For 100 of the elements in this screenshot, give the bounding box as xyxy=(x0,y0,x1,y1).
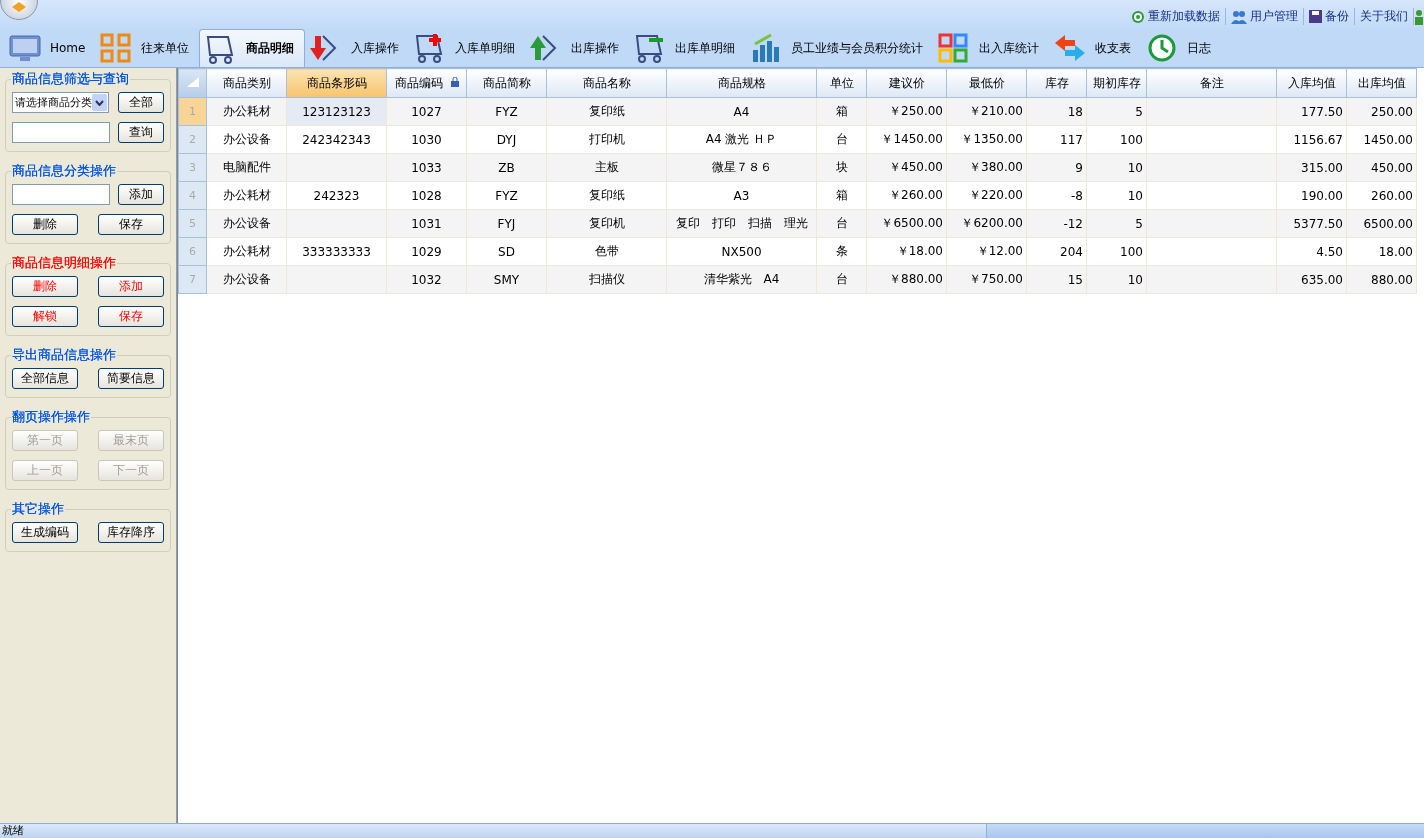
action-button[interactable]: 保存 xyxy=(98,306,164,327)
toolbar-tab[interactable]: 入库操作 xyxy=(305,29,410,67)
toolbar-tab[interactable]: 商品明细 xyxy=(199,29,306,67)
action-button[interactable]: 简要信息 xyxy=(98,368,164,389)
table-cell: ￥250.00 xyxy=(866,97,947,126)
monitor-icon xyxy=(8,32,42,64)
column-header[interactable]: 建议价 xyxy=(866,68,947,98)
table-cell: 办公设备 xyxy=(206,209,287,238)
column-header[interactable]: 商品编码 xyxy=(386,68,467,98)
toolbar-tab[interactable]: 入库单明细 xyxy=(409,29,526,67)
table-cell: 100 xyxy=(1086,125,1147,154)
table-cell: 复印纸 xyxy=(546,181,667,210)
table-cell: 1029 xyxy=(386,237,467,266)
menu-link[interactable]: 用户管理 xyxy=(1226,8,1304,25)
group-title: 导出商品信息操作 xyxy=(11,346,117,364)
input-field[interactable] xyxy=(12,122,110,143)
table-cell: 色带 xyxy=(546,237,667,266)
table-cell: 450.00 xyxy=(1346,153,1417,182)
table-cell: 635.00 xyxy=(1276,265,1347,294)
table-cell: 1156.67 xyxy=(1276,125,1347,154)
grid-icon xyxy=(99,32,134,64)
table-cell: ZB xyxy=(466,153,547,182)
table-cell: 办公耗材 xyxy=(206,237,287,266)
table-cell: 扫描仪 xyxy=(546,265,667,294)
action-button[interactable]: 保存 xyxy=(98,214,164,235)
table-cell: 250.00 xyxy=(1346,97,1417,126)
column-header[interactable]: 商品名称 xyxy=(546,68,667,98)
action-button[interactable]: 解锁 xyxy=(12,306,78,327)
toolbar-tab[interactable]: 出库单明细 xyxy=(629,29,746,67)
column-header[interactable]: 入库均值 xyxy=(1276,68,1347,98)
column-header[interactable]: 出库均值 xyxy=(1346,68,1417,98)
table-cell: ￥6500.00 xyxy=(866,209,947,238)
input-field[interactable] xyxy=(12,184,110,205)
table-cell: ￥880.00 xyxy=(866,265,947,294)
action-button[interactable]: 全部 xyxy=(118,92,164,113)
group-title: 商品信息筛选与查询 xyxy=(11,70,130,88)
table-cell: ￥12.00 xyxy=(946,237,1027,266)
group-title: 商品信息明细操作 xyxy=(11,254,117,272)
lock-icon xyxy=(450,76,459,87)
table-cell: DYJ xyxy=(466,125,547,154)
table-cell: 电脑配件 xyxy=(206,153,287,182)
table-cell: 复印机 xyxy=(546,209,667,238)
action-button[interactable]: 添加 xyxy=(98,276,164,297)
triangle-icon xyxy=(185,75,200,88)
toolbar-tab[interactable]: 出入库统计 xyxy=(933,29,1050,67)
column-header[interactable]: 商品条形码 xyxy=(286,68,387,98)
column-header[interactable]: 备注 xyxy=(1146,68,1277,98)
menu-link[interactable]: 关于我们 xyxy=(1355,8,1414,25)
table-cell: 1031 xyxy=(386,209,467,238)
action-button[interactable]: 删除 xyxy=(12,276,78,297)
menu-link[interactable]: 重新加载数据 xyxy=(1126,8,1226,25)
table-cell: 微星７８６ xyxy=(666,153,817,182)
action-button[interactable]: 添加 xyxy=(118,184,164,205)
category-select[interactable]: 请选择商品分类 xyxy=(12,92,109,113)
table-cell: 242342343 xyxy=(286,125,387,154)
table-cell: -12 xyxy=(1026,209,1087,238)
table-cell: 6500.00 xyxy=(1346,209,1417,238)
table-cell: 复印 打印 扫描 理光 xyxy=(666,209,817,238)
table-cell: 办公设备 xyxy=(206,265,287,294)
table-cell: 204 xyxy=(1026,237,1087,266)
table-cell: 复印纸 xyxy=(546,97,667,126)
select-all-corner[interactable] xyxy=(178,68,207,98)
table-cell: FYZ xyxy=(466,181,547,210)
group-title: 翻页操作操作 xyxy=(11,408,91,426)
action-button[interactable]: 全部信息 xyxy=(12,368,78,389)
action-button[interactable]: 查询 xyxy=(118,122,164,143)
column-header[interactable]: 最低价 xyxy=(946,68,1027,98)
table-cell: 18.00 xyxy=(1346,237,1417,266)
table-cell: 100 xyxy=(1086,237,1147,266)
column-header[interactable]: 期初库存 xyxy=(1086,68,1147,98)
table-cell: 880.00 xyxy=(1346,265,1417,294)
column-header[interactable]: 单位 xyxy=(816,68,867,98)
toolbar-tab[interactable]: 员工业绩与会员积分统计 xyxy=(745,29,934,67)
table-cell: 1032 xyxy=(386,265,467,294)
chevron-down-icon xyxy=(92,94,107,111)
column-header[interactable]: 商品规格 xyxy=(666,68,817,98)
table-cell: 办公设备 xyxy=(206,125,287,154)
table-cell: ￥6200.00 xyxy=(946,209,1027,238)
table-cell: 10 xyxy=(1086,181,1147,210)
menu-link[interactable]: 备份 xyxy=(1304,8,1355,25)
table-cell: A4 xyxy=(666,97,817,126)
toolbar-tab[interactable]: 往来单位 xyxy=(95,29,200,67)
table-cell: 18 xyxy=(1026,97,1087,126)
app-menu-button[interactable] xyxy=(0,0,38,20)
toolbar-tab[interactable]: 出库操作 xyxy=(525,29,630,67)
toolbar-tab[interactable]: 收支表 xyxy=(1049,29,1142,67)
table-cell: 1027 xyxy=(386,97,467,126)
action-button[interactable]: 删除 xyxy=(12,214,78,235)
action-button[interactable]: 生成编码 xyxy=(12,522,78,543)
table-cell: 5 xyxy=(1086,209,1147,238)
column-header[interactable]: 商品类别 xyxy=(206,68,287,98)
toolbar-tab[interactable]: Home xyxy=(4,29,96,67)
toolbar-tab[interactable]: 日志 xyxy=(1141,29,1222,67)
column-header[interactable]: 库存 xyxy=(1026,68,1087,98)
refresh-icon xyxy=(1131,9,1145,24)
table-cell: ￥220.00 xyxy=(946,181,1027,210)
column-header[interactable]: 商品简称 xyxy=(466,68,547,98)
action-button[interactable]: 库存降序 xyxy=(98,522,164,543)
table-cell: ￥750.00 xyxy=(946,265,1027,294)
table-cell: 1033 xyxy=(386,153,467,182)
